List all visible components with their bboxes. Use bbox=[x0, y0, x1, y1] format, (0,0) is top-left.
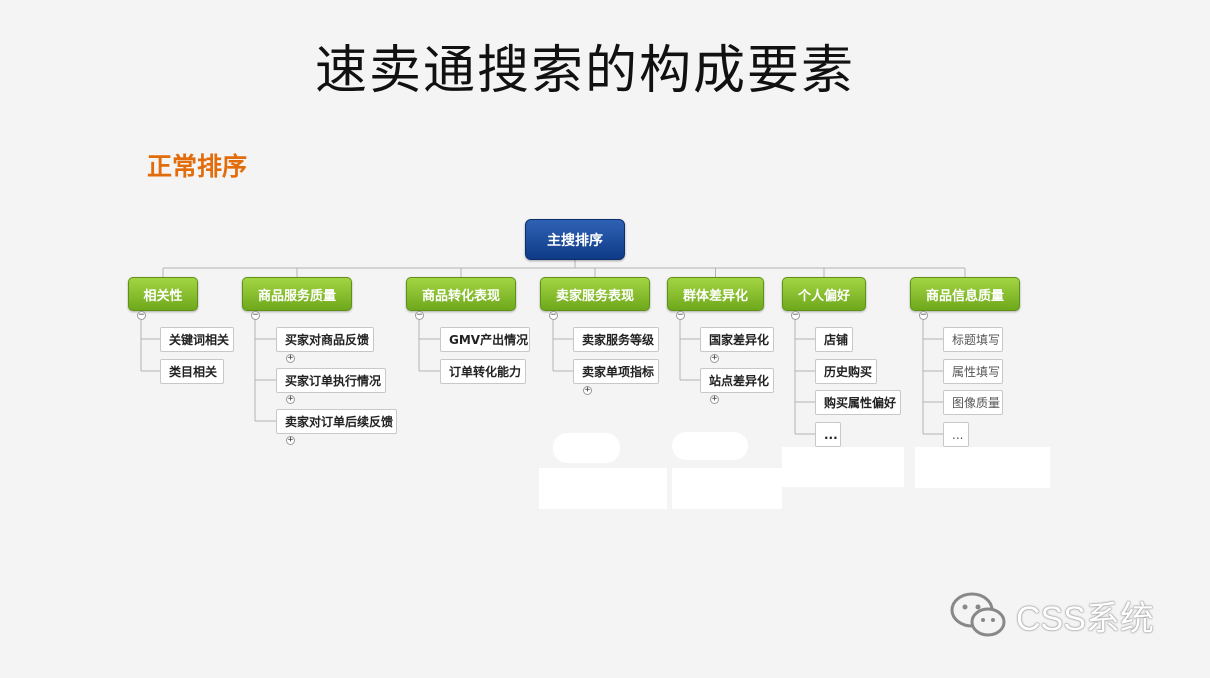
watermark: CSS系统 bbox=[948, 590, 1154, 640]
leaf-node: 卖家单项指标 bbox=[573, 359, 659, 384]
leaf-node: 站点差异化 bbox=[700, 368, 774, 393]
branch-node: 相关性 bbox=[128, 277, 198, 311]
leaf-node: ... bbox=[943, 422, 969, 447]
collapse-toggle[interactable]: − bbox=[919, 311, 928, 320]
branch-node: 群体差异化 bbox=[667, 277, 764, 311]
mask-block bbox=[782, 447, 904, 487]
leaf-node: ... bbox=[815, 422, 841, 447]
root-node: 主搜排序 bbox=[525, 219, 625, 260]
branch-node: 商品转化表现 bbox=[406, 277, 516, 311]
branch-node: 卖家服务表现 bbox=[540, 277, 650, 311]
leaf-node: GMV产出情况 bbox=[440, 327, 530, 352]
leaf-node: 购买属性偏好 bbox=[815, 390, 901, 415]
leaf-node: 店铺 bbox=[815, 327, 853, 352]
leaf-node: 买家订单执行情况 bbox=[276, 368, 386, 393]
leaf-node: 卖家服务等级 bbox=[573, 327, 659, 352]
watermark-text: CSS系统 bbox=[1016, 599, 1154, 638]
mask-block bbox=[915, 447, 1050, 488]
leaf-node: 历史购买 bbox=[815, 359, 877, 384]
mask-block bbox=[672, 432, 748, 460]
mask-block bbox=[539, 468, 667, 509]
expand-toggle[interactable]: + bbox=[286, 395, 295, 404]
collapse-toggle[interactable]: − bbox=[549, 311, 558, 320]
expand-toggle[interactable]: + bbox=[583, 386, 592, 395]
mask-block bbox=[672, 468, 782, 509]
collapse-toggle[interactable]: − bbox=[251, 311, 260, 320]
leaf-node: 关键词相关 bbox=[160, 327, 234, 352]
expand-toggle[interactable]: + bbox=[286, 436, 295, 445]
expand-toggle[interactable]: + bbox=[286, 354, 295, 363]
leaf-node: 类目相关 bbox=[160, 359, 224, 384]
collapse-toggle[interactable]: − bbox=[676, 311, 685, 320]
leaf-node: 国家差异化 bbox=[700, 327, 774, 352]
collapse-toggle[interactable]: − bbox=[415, 311, 424, 320]
leaf-node: 买家对商品反馈 bbox=[276, 327, 374, 352]
branch-node: 商品信息质量 bbox=[910, 277, 1020, 311]
leaf-node: 标题填写 bbox=[943, 327, 1003, 352]
collapse-toggle[interactable]: − bbox=[137, 311, 146, 320]
mask-block bbox=[553, 433, 620, 463]
branch-node: 商品服务质量 bbox=[242, 277, 352, 311]
leaf-node: 卖家对订单后续反馈 bbox=[276, 409, 397, 434]
expand-toggle[interactable]: + bbox=[710, 395, 719, 404]
branch-node: 个人偏好 bbox=[782, 277, 866, 311]
expand-toggle[interactable]: + bbox=[710, 354, 719, 363]
collapse-toggle[interactable]: − bbox=[791, 311, 800, 320]
leaf-node: 订单转化能力 bbox=[440, 359, 526, 384]
leaf-node: 图像质量 bbox=[943, 390, 1003, 415]
leaf-node: 属性填写 bbox=[943, 359, 1003, 384]
wechat-icon bbox=[950, 592, 1006, 637]
